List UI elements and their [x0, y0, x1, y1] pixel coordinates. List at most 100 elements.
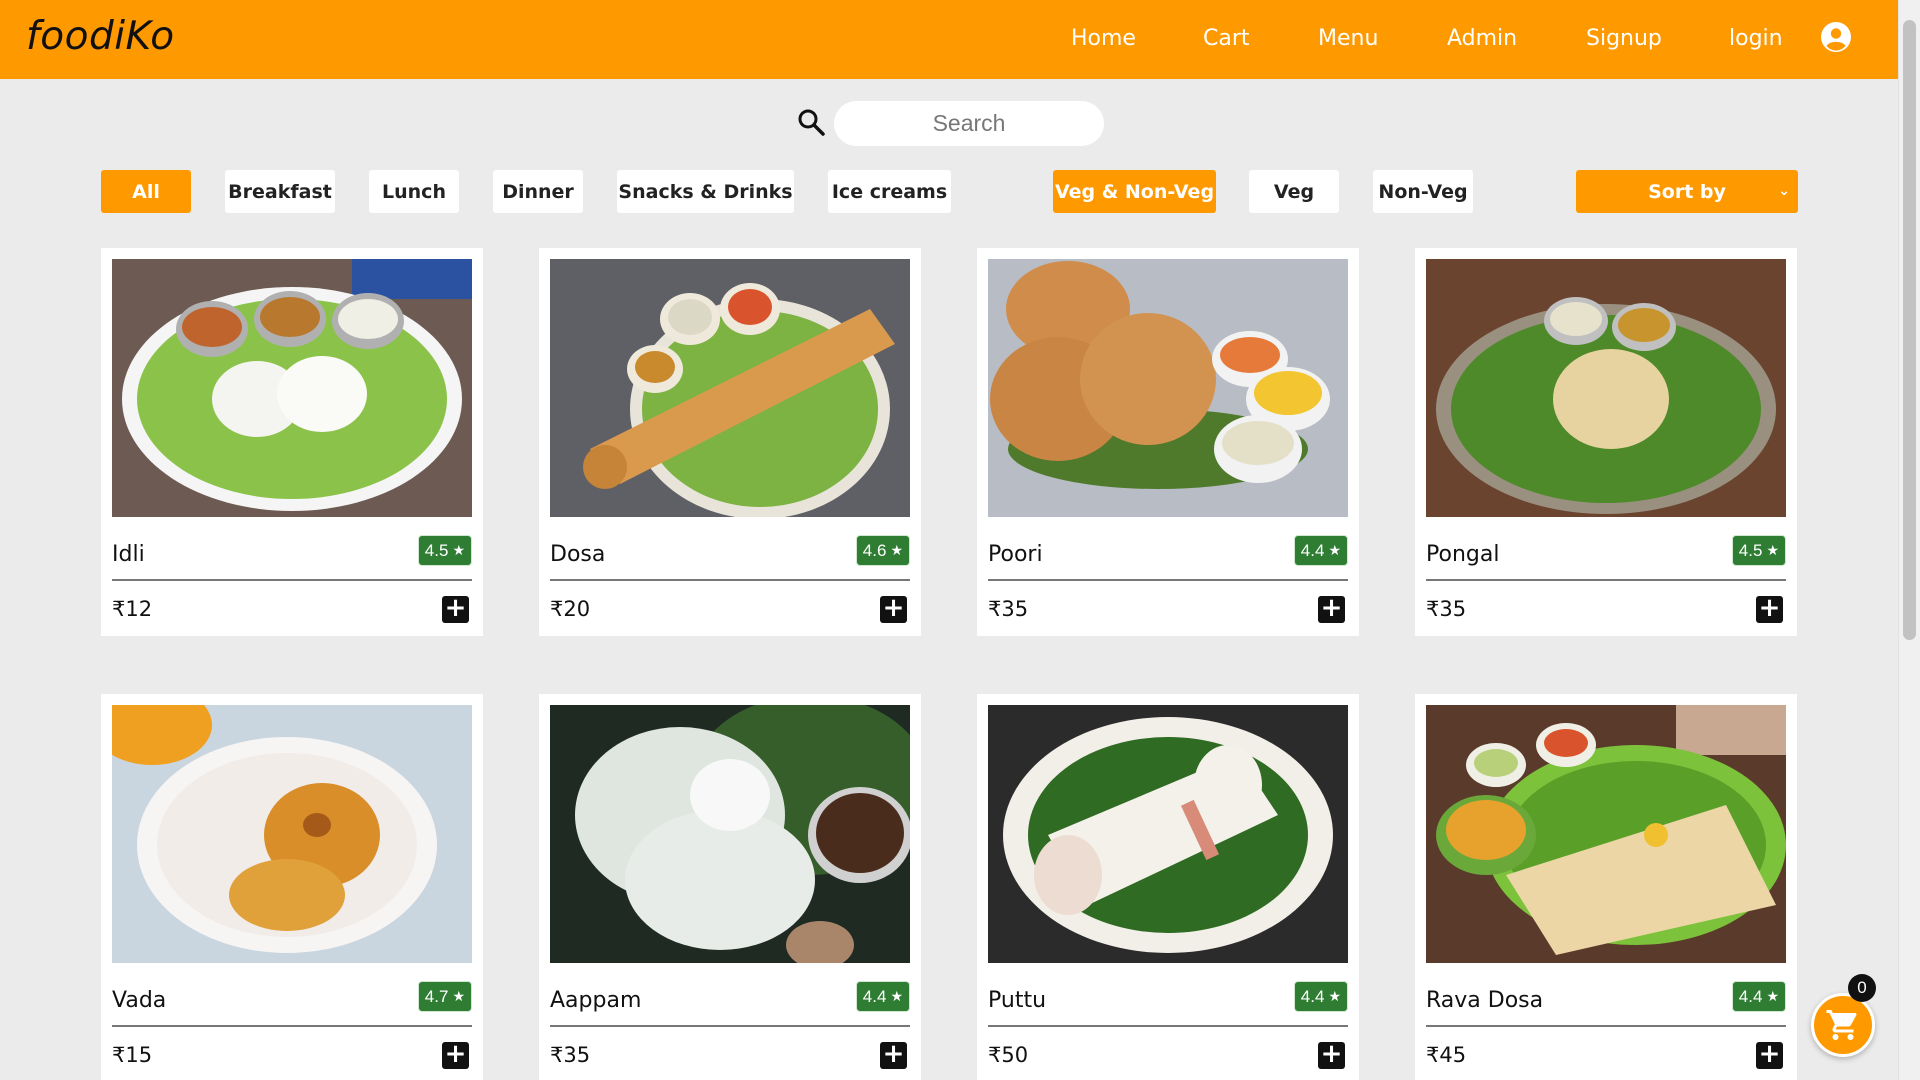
item-price: ₹35 [988, 597, 1029, 621]
rating-badge: 4.6 ★ [855, 535, 910, 566]
rating-badge: 4.5 ★ [417, 535, 472, 566]
nav-signup[interactable]: Signup [1586, 26, 1662, 51]
food-card[interactable]: Rava Dosa 4.4 ★ ₹45 + [1415, 694, 1797, 1080]
shopping-cart-icon [1826, 1010, 1857, 1040]
filter-all[interactable]: All [101, 170, 191, 213]
item-price: ₹12 [112, 597, 153, 621]
search-icon[interactable] [797, 108, 825, 136]
nav-cart[interactable]: Cart [1203, 26, 1250, 51]
food-card[interactable]: Poori 4.4 ★ ₹35 + [977, 248, 1359, 636]
aappam-image [550, 705, 910, 963]
filter-veg[interactable]: Veg [1249, 170, 1339, 213]
item-price: ₹50 [988, 1043, 1029, 1067]
star-icon: ★ [1766, 988, 1779, 1004]
rating-badge: 4.5 ★ [1731, 535, 1786, 566]
add-to-cart-button[interactable]: + [880, 1041, 907, 1069]
rating-badge: 4.7 ★ [417, 981, 472, 1012]
rating-value: 4.4 [862, 986, 887, 1006]
idli-image [112, 259, 472, 517]
navbar: foodiKo Home Cart Menu Admin Signup logi… [0, 0, 1898, 79]
rating-badge: 4.4 ★ [855, 981, 910, 1012]
food-card[interactable]: Vada 4.7 ★ ₹15 + [101, 694, 483, 1080]
star-icon: ★ [1766, 542, 1779, 558]
sort-by-select[interactable]: Sort by ⌄ [1576, 170, 1798, 213]
star-icon: ★ [1328, 542, 1341, 558]
chevron-down-icon: ⌄ [1778, 183, 1790, 199]
filter-snacks-drinks[interactable]: Snacks & Drinks [617, 170, 794, 213]
rava-dosa-image [1426, 705, 1786, 963]
dosa-image [550, 259, 910, 517]
item-price: ₹35 [1426, 597, 1467, 621]
floating-cart-button[interactable] [1811, 993, 1875, 1057]
rating-value: 4.4 [1738, 986, 1763, 1006]
nav-login[interactable]: login [1729, 26, 1783, 51]
account-circle-icon[interactable] [1820, 21, 1852, 53]
food-card[interactable]: Puttu 4.4 ★ ₹50 + [977, 694, 1359, 1080]
cart-count-badge: 0 [1848, 974, 1876, 1002]
rating-value: 4.5 [424, 540, 449, 560]
food-card[interactable]: Aappam 4.4 ★ ₹35 + [539, 694, 921, 1080]
rating-badge: 4.4 ★ [1293, 981, 1348, 1012]
star-icon: ★ [452, 988, 465, 1004]
divider [112, 579, 472, 581]
item-name: Dosa [550, 542, 606, 567]
add-to-cart-button[interactable]: + [880, 595, 907, 623]
star-icon: ★ [1328, 988, 1341, 1004]
filter-breakfast[interactable]: Breakfast [225, 170, 335, 213]
puttu-image [988, 705, 1348, 963]
item-price: ₹45 [1426, 1043, 1467, 1067]
search-input[interactable] [834, 101, 1104, 146]
nav-admin[interactable]: Admin [1447, 26, 1517, 51]
item-price: ₹20 [550, 597, 591, 621]
divider [1426, 579, 1786, 581]
divider [112, 1025, 472, 1027]
add-to-cart-button[interactable]: + [442, 595, 469, 623]
food-card[interactable]: Dosa 4.6 ★ ₹20 + [539, 248, 921, 636]
item-name: Idli [112, 542, 145, 567]
divider [550, 579, 910, 581]
add-to-cart-button[interactable]: + [442, 1041, 469, 1069]
add-to-cart-button[interactable]: + [1756, 595, 1783, 623]
add-to-cart-button[interactable]: + [1318, 595, 1345, 623]
rating-value: 4.4 [1300, 986, 1325, 1006]
rating-badge: 4.4 ★ [1293, 535, 1348, 566]
item-name: Poori [988, 542, 1043, 567]
add-to-cart-button[interactable]: + [1318, 1041, 1345, 1069]
rating-value: 4.5 [1738, 540, 1763, 560]
divider [988, 579, 1348, 581]
item-name: Pongal [1426, 542, 1500, 567]
nav-menu[interactable]: Menu [1318, 26, 1378, 51]
scrollbar-thumb[interactable] [1903, 20, 1916, 640]
star-icon: ★ [890, 988, 903, 1004]
nav-home[interactable]: Home [1071, 26, 1136, 51]
divider [1426, 1025, 1786, 1027]
filter-lunch[interactable]: Lunch [369, 170, 459, 213]
pongal-image [1426, 259, 1786, 517]
vada-image [112, 705, 472, 963]
divider [550, 1025, 910, 1027]
item-name: Rava Dosa [1426, 988, 1544, 1013]
rating-badge: 4.4 ★ [1731, 981, 1786, 1012]
page-scrollbar[interactable] [1898, 0, 1920, 1080]
filter-ice-creams[interactable]: Ice creams [828, 170, 951, 213]
rating-value: 4.6 [862, 540, 887, 560]
divider [988, 1025, 1348, 1027]
item-price: ₹15 [112, 1043, 153, 1067]
brand-logo[interactable]: foodiKo [26, 14, 175, 59]
item-price: ₹35 [550, 1043, 591, 1067]
rating-value: 4.7 [424, 986, 449, 1006]
item-name: Puttu [988, 988, 1047, 1013]
item-name: Vada [112, 988, 167, 1013]
sort-by-label: Sort by [1648, 180, 1726, 203]
item-name: Aappam [550, 988, 642, 1013]
filter-veg-non-veg[interactable]: Veg & Non-Veg [1053, 170, 1216, 213]
filter-non-veg[interactable]: Non-Veg [1373, 170, 1473, 213]
filter-dinner[interactable]: Dinner [493, 170, 583, 213]
food-card[interactable]: Idli 4.5 ★ ₹12 + [101, 248, 483, 636]
star-icon: ★ [452, 542, 465, 558]
poori-image [988, 259, 1348, 517]
add-to-cart-button[interactable]: + [1756, 1041, 1783, 1069]
star-icon: ★ [890, 542, 903, 558]
rating-value: 4.4 [1300, 540, 1325, 560]
food-card[interactable]: Pongal 4.5 ★ ₹35 + [1415, 248, 1797, 636]
